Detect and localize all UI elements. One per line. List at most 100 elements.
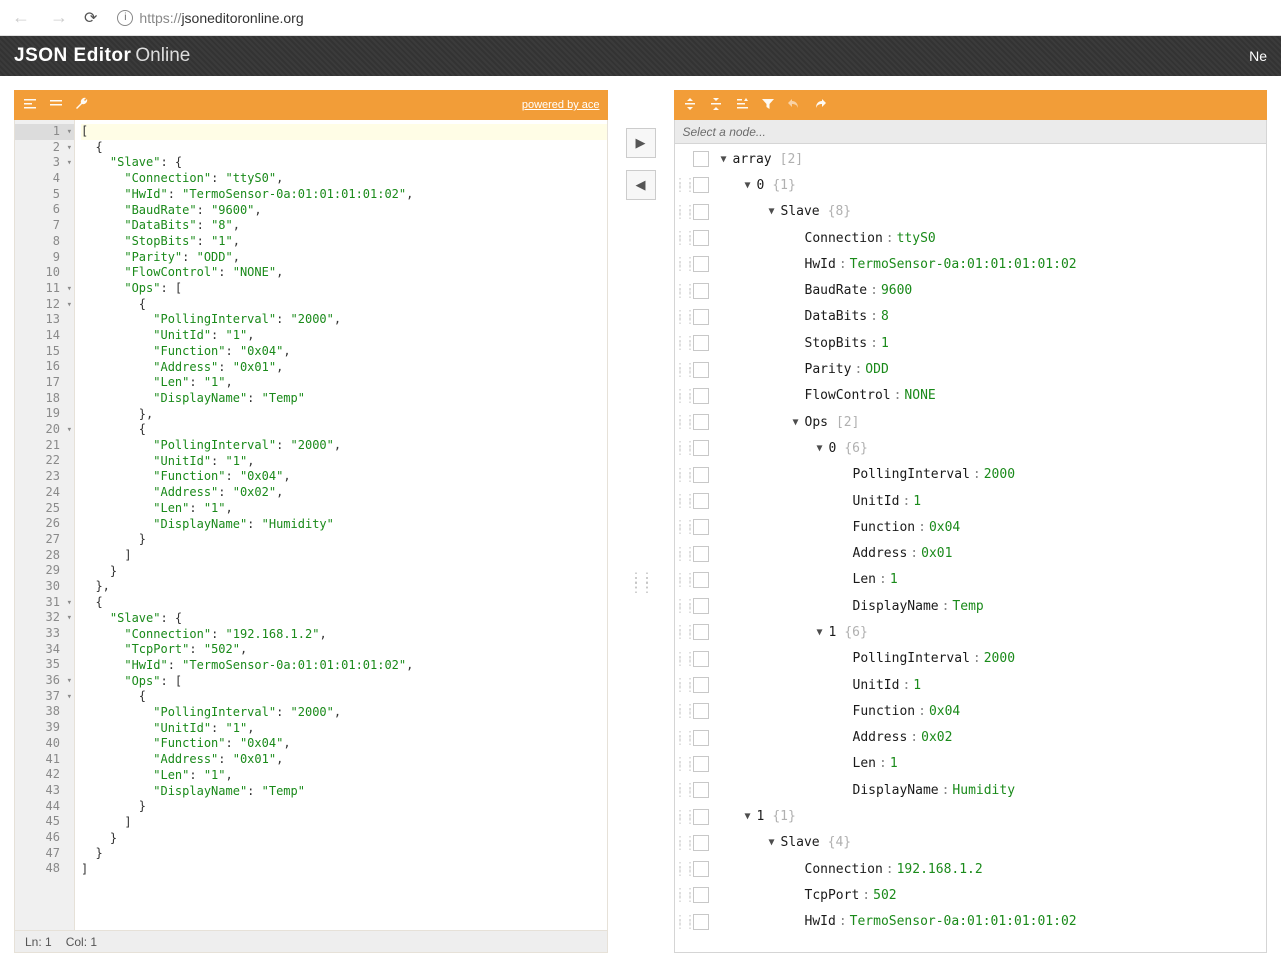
code-line[interactable]: "DisplayName": "Humidity"	[81, 517, 607, 533]
tree-row[interactable]: ⋮⋮⋮⋮▼Len : 1	[675, 567, 1267, 593]
context-menu-button[interactable]	[693, 414, 709, 430]
gutter-line[interactable]: 28	[15, 548, 74, 564]
context-menu-button[interactable]	[693, 440, 709, 456]
tree-value[interactable]: 2000	[984, 467, 1015, 482]
line-gutter[interactable]: 1▾2▾3▾4567891011▾12▾1314151617181920▾212…	[15, 120, 75, 930]
drag-handle-icon[interactable]: ⋮⋮⋮⋮	[675, 680, 693, 690]
context-menu-button[interactable]	[693, 256, 709, 272]
code-line[interactable]: [	[81, 124, 607, 140]
gutter-line[interactable]: 48	[15, 861, 74, 877]
expand-toggle-icon[interactable]: ▼	[739, 811, 757, 822]
forward-button[interactable]: →	[46, 3, 72, 32]
gutter-line[interactable]: 24	[15, 485, 74, 501]
context-menu-button[interactable]	[693, 467, 709, 483]
tree-value[interactable]: TermoSensor-0a:01:01:01:01:02	[850, 257, 1077, 272]
expand-toggle-icon[interactable]: ▼	[811, 627, 829, 638]
tree-row[interactable]: ⋮⋮⋮⋮▼DisplayName : Temp	[675, 593, 1267, 619]
gutter-line[interactable]: 23	[15, 469, 74, 485]
tree-row[interactable]: ⋮⋮⋮⋮▼StopBits : 1	[675, 330, 1267, 356]
tree-key[interactable]: Len	[853, 572, 876, 587]
gutter-line[interactable]: 46	[15, 830, 74, 846]
gutter-line[interactable]: 13	[15, 312, 74, 328]
fold-toggle-icon[interactable]: ▾	[67, 282, 72, 298]
code-line[interactable]: "Connection": "ttyS0",	[81, 171, 607, 187]
gutter-line[interactable]: 12▾	[15, 297, 74, 313]
context-menu-button[interactable]	[693, 598, 709, 614]
gutter-line[interactable]: 25	[15, 501, 74, 517]
tree-value[interactable]: 1	[881, 336, 889, 351]
tree-value[interactable]: 1	[890, 572, 898, 587]
gutter-line[interactable]: 39	[15, 720, 74, 736]
gutter-line[interactable]: 15	[15, 344, 74, 360]
tree-value[interactable]: 1	[890, 756, 898, 771]
tree-key[interactable]: Parity	[805, 362, 852, 377]
code-line[interactable]: {	[81, 689, 607, 705]
code-line[interactable]: {	[81, 297, 607, 313]
tree-row[interactable]: ⋮⋮⋮⋮▼UnitId : 1	[675, 488, 1267, 514]
gutter-line[interactable]: 42	[15, 767, 74, 783]
gutter-line[interactable]: 17	[15, 375, 74, 391]
code-line[interactable]: "Address": "0x02",	[81, 485, 607, 501]
header-menu-cut[interactable]: Ne	[1249, 48, 1267, 64]
context-menu-button[interactable]	[693, 703, 709, 719]
code-line[interactable]: "Len": "1",	[81, 768, 607, 784]
context-menu-button[interactable]	[693, 309, 709, 325]
splitter-handle[interactable]: ⋮⋮⋮⋮⋮⋮	[630, 575, 652, 590]
context-menu-button[interactable]	[693, 756, 709, 772]
gutter-line[interactable]: 43	[15, 783, 74, 799]
drag-handle-icon[interactable]: ⋮⋮⋮⋮	[675, 838, 693, 848]
tree-value[interactable]: Humidity	[952, 783, 1015, 798]
drag-handle-icon[interactable]: ⋮⋮⋮⋮	[675, 654, 693, 664]
context-menu-button[interactable]	[693, 177, 709, 193]
tree-row[interactable]: ⋮⋮⋮⋮▼1{6}	[675, 619, 1267, 645]
context-menu-button[interactable]	[693, 204, 709, 220]
expand-toggle-icon[interactable]: ▼	[787, 417, 805, 428]
code-line[interactable]: ]	[81, 862, 607, 878]
context-menu-button[interactable]	[693, 572, 709, 588]
drag-handle-icon[interactable]: ⋮⋮⋮⋮	[675, 496, 693, 506]
copy-right-button[interactable]: ▶	[626, 128, 656, 158]
tree-key[interactable]: HwId	[805, 257, 836, 272]
expand-toggle-icon[interactable]: ▼	[763, 837, 781, 848]
expand-toggle-icon[interactable]: ▼	[739, 180, 757, 191]
code-line[interactable]: "Connection": "192.168.1.2",	[81, 627, 607, 643]
tree-key[interactable]: BaudRate	[805, 283, 868, 298]
code-line[interactable]: "HwId": "TermoSensor-0a:01:01:01:01:02",	[81, 658, 607, 674]
copy-left-button[interactable]: ◀	[626, 170, 656, 200]
reload-button[interactable]: ⟳	[84, 8, 97, 28]
gutter-line[interactable]: 1▾	[15, 124, 74, 140]
code-line[interactable]: "Address": "0x01",	[81, 360, 607, 376]
tree-value[interactable]: 1	[913, 494, 921, 509]
gutter-line[interactable]: 44	[15, 799, 74, 815]
tree-row[interactable]: ⋮⋮⋮⋮▼TcpPort : 502	[675, 882, 1267, 908]
context-menu-button[interactable]	[693, 624, 709, 640]
tree-row[interactable]: ⋮⋮⋮⋮▼0{1}	[675, 172, 1267, 198]
gutter-line[interactable]: 3▾	[15, 155, 74, 171]
code-line[interactable]: ]	[81, 815, 607, 831]
drag-handle-icon[interactable]: ⋮⋮⋮⋮	[675, 601, 693, 611]
code-line[interactable]: }	[81, 799, 607, 815]
fold-toggle-icon[interactable]: ▾	[67, 674, 72, 690]
json-tree[interactable]: ⋮⋮⋮⋮▼array[2]⋮⋮⋮⋮▼0{1}⋮⋮⋮⋮▼Slave{8}⋮⋮⋮⋮▼…	[674, 144, 1268, 953]
tree-row[interactable]: ⋮⋮⋮⋮▼array[2]	[675, 146, 1267, 172]
tree-row[interactable]: ⋮⋮⋮⋮▼HwId : TermoSensor-0a:01:01:01:01:0…	[675, 251, 1267, 277]
tree-value[interactable]: TermoSensor-0a:01:01:01:01:02	[850, 914, 1077, 929]
code-line[interactable]: "DisplayName": "Temp"	[81, 784, 607, 800]
gutter-line[interactable]: 40	[15, 736, 74, 752]
code-line[interactable]: ]	[81, 548, 607, 564]
fold-toggle-icon[interactable]: ▾	[67, 125, 72, 141]
code-line[interactable]: "PollingInterval": "2000",	[81, 312, 607, 328]
redo-icon[interactable]	[812, 96, 828, 115]
drag-handle-icon[interactable]: ⋮⋮⋮⋮	[675, 312, 693, 322]
gutter-line[interactable]: 30	[15, 579, 74, 595]
gutter-line[interactable]: 22	[15, 453, 74, 469]
drag-handle-icon[interactable]: ⋮⋮⋮⋮	[675, 391, 693, 401]
context-menu-button[interactable]	[693, 730, 709, 746]
tree-row[interactable]: ⋮⋮⋮⋮▼Slave{8}	[675, 199, 1267, 225]
drag-handle-icon[interactable]: ⋮⋮⋮⋮	[675, 812, 693, 822]
gutter-line[interactable]: 34	[15, 642, 74, 658]
node-path-bar[interactable]: Select a node...	[674, 120, 1268, 144]
code-line[interactable]: "PollingInterval": "2000",	[81, 438, 607, 454]
code-line[interactable]: "Parity": "ODD",	[81, 250, 607, 266]
code-line[interactable]: "FlowControl": "NONE",	[81, 265, 607, 281]
